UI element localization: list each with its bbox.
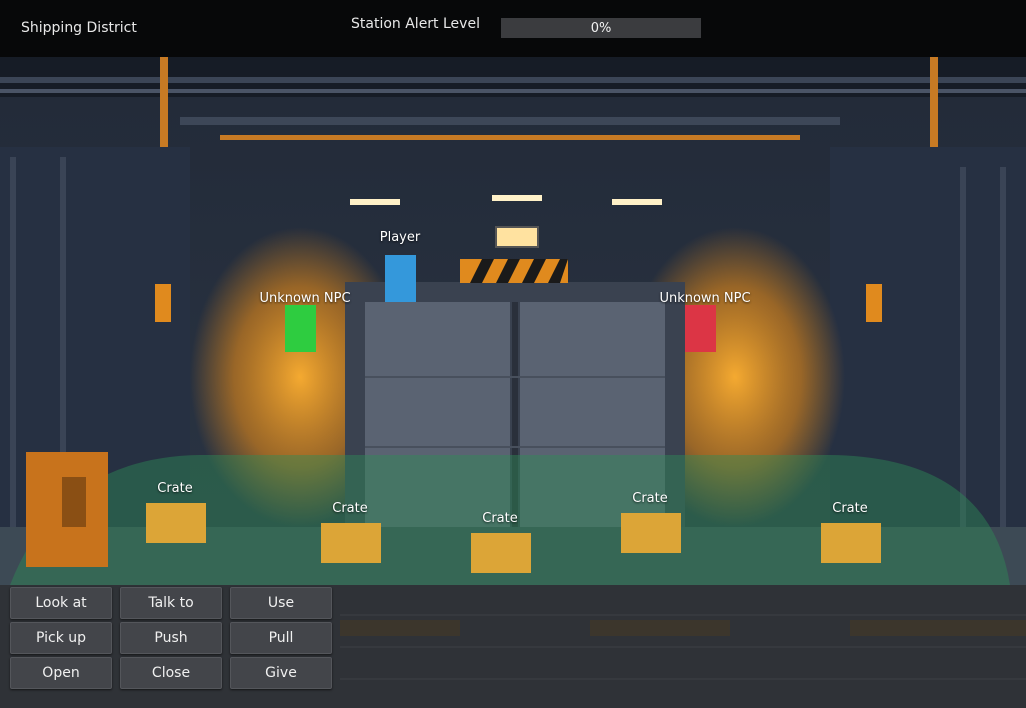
crate[interactable] bbox=[321, 523, 381, 563]
player-label: Player bbox=[379, 230, 421, 245]
npc-left[interactable] bbox=[285, 305, 316, 352]
game-scene[interactable]: Player Unknown NPC Unknown NPC Crate Cra… bbox=[0, 57, 1026, 585]
top-hud: Shipping District Station Alert Level 0% bbox=[0, 0, 1026, 57]
crate[interactable] bbox=[471, 533, 531, 573]
npc-right[interactable] bbox=[685, 305, 716, 352]
crate[interactable] bbox=[146, 503, 206, 543]
verb-use-button[interactable]: Use bbox=[230, 587, 332, 619]
location-name: Shipping District bbox=[21, 20, 137, 36]
crate-label: Crate bbox=[832, 501, 868, 516]
alert-level-value: 0% bbox=[590, 20, 612, 36]
crate-label: Crate bbox=[332, 501, 368, 516]
crate[interactable] bbox=[821, 523, 881, 563]
verb-pick-up-button[interactable]: Pick up bbox=[10, 622, 112, 654]
npc-right-label: Unknown NPC bbox=[659, 291, 751, 306]
npc-left-label: Unknown NPC bbox=[259, 291, 351, 306]
verb-give-button[interactable]: Give bbox=[230, 657, 332, 689]
verb-look-at-button[interactable]: Look at bbox=[10, 587, 112, 619]
crate-label: Crate bbox=[157, 481, 193, 496]
verb-pull-button[interactable]: Pull bbox=[230, 622, 332, 654]
alert-level-label: Station Alert Level bbox=[351, 16, 480, 32]
verb-close-button[interactable]: Close bbox=[120, 657, 222, 689]
crate[interactable] bbox=[621, 513, 681, 553]
verb-talk-to-button[interactable]: Talk to bbox=[120, 587, 222, 619]
player-character[interactable] bbox=[385, 255, 416, 302]
verb-open-button[interactable]: Open bbox=[10, 657, 112, 689]
verb-panel: Look at Talk to Use Pick up Push Pull Op… bbox=[0, 585, 1026, 708]
alert-level-bar: 0% bbox=[501, 18, 701, 38]
crate-label: Crate bbox=[632, 491, 668, 506]
crate-label: Crate bbox=[482, 511, 518, 526]
verb-push-button[interactable]: Push bbox=[120, 622, 222, 654]
